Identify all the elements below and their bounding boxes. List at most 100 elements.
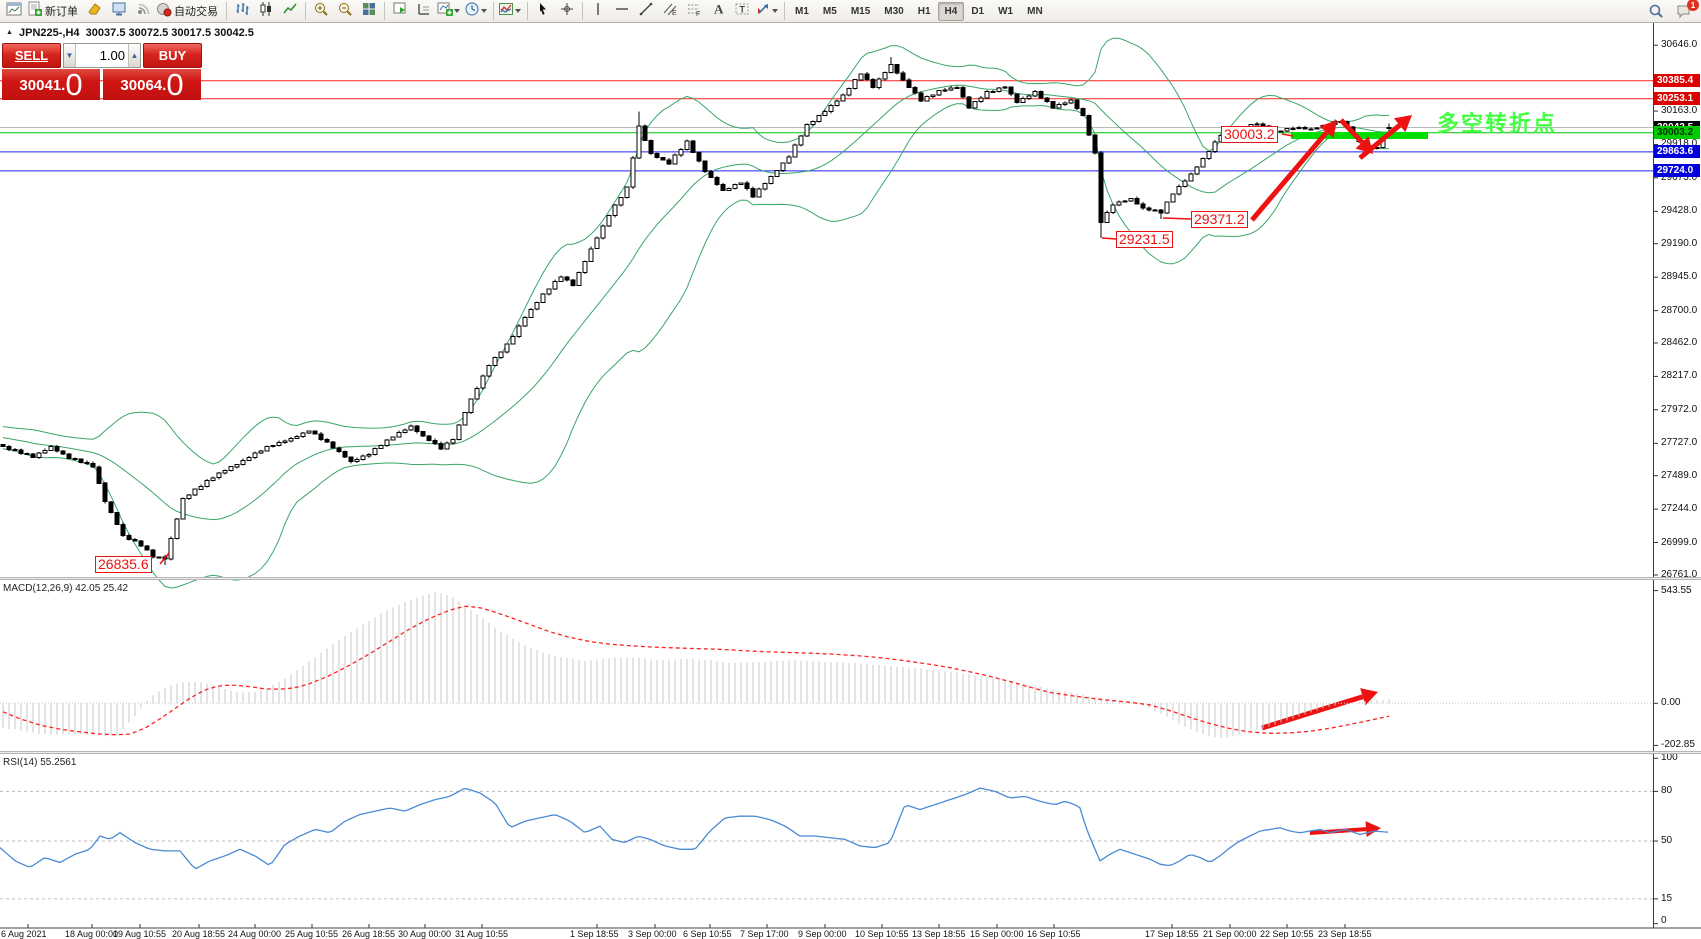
panel-splitter-rsi[interactable] bbox=[0, 751, 1701, 754]
volume-increase-button[interactable]: ▲ bbox=[128, 44, 140, 67]
horizontal-line-icon[interactable] bbox=[610, 0, 634, 22]
auto-arrange-icon[interactable] bbox=[388, 0, 412, 22]
timeframe-d1[interactable]: D1 bbox=[964, 2, 991, 21]
annotation-price-label[interactable]: 30003.2 bbox=[1221, 126, 1278, 143]
svg-text:T: T bbox=[740, 4, 746, 14]
candlestick-chart-icon[interactable] bbox=[254, 0, 278, 22]
market-watch-icon[interactable] bbox=[107, 0, 131, 22]
zoom-out-icon bbox=[337, 1, 353, 22]
toolbar-separator bbox=[226, 2, 227, 20]
annotation-price-label[interactable]: 29371.2 bbox=[1191, 211, 1248, 228]
zoom-in-icon[interactable] bbox=[309, 0, 333, 22]
crosshair-icon bbox=[559, 1, 575, 22]
horizontal-line-icon bbox=[614, 1, 630, 22]
volume-box: ▼ ▲ bbox=[63, 43, 141, 68]
indicators-icon bbox=[498, 1, 514, 22]
svg-text:A: A bbox=[714, 1, 724, 16]
toolbar-separator bbox=[493, 2, 494, 20]
timeframe-h4[interactable]: H4 bbox=[938, 2, 965, 21]
new-chart-icon[interactable] bbox=[436, 0, 463, 22]
symbol-ohlc: 30037.5 30072.5 30017.5 30042.5 bbox=[86, 27, 254, 39]
timeframe-m30[interactable]: M30 bbox=[877, 2, 910, 21]
line-chart-icon bbox=[282, 1, 298, 22]
profile-icon bbox=[87, 1, 103, 22]
timeframe-mn[interactable]: MN bbox=[1020, 2, 1050, 21]
macd-signal-line[interactable] bbox=[3, 606, 1389, 734]
zoom-out-icon[interactable] bbox=[333, 0, 357, 22]
timeframe-m15[interactable]: M15 bbox=[844, 2, 877, 21]
bollinger-bands[interactable] bbox=[3, 38, 1389, 588]
auto-trading-icon bbox=[156, 1, 172, 22]
text-icon[interactable]: A bbox=[706, 0, 730, 22]
crosshair-icon[interactable] bbox=[555, 0, 579, 22]
bar-chart-icon bbox=[234, 1, 250, 22]
tile-windows-icon bbox=[361, 1, 377, 22]
timeframe-w1[interactable]: W1 bbox=[991, 2, 1020, 21]
buy-price-display[interactable]: 30064.0 bbox=[103, 69, 201, 100]
annotation-price-label[interactable]: 29231.5 bbox=[1116, 231, 1173, 248]
tile-windows-icon[interactable] bbox=[357, 0, 381, 22]
arrows-icon bbox=[755, 1, 771, 22]
vertical-line-icon bbox=[590, 1, 606, 22]
new-order-icon bbox=[27, 1, 43, 22]
indicators-icon[interactable] bbox=[497, 0, 524, 22]
sell-price-display[interactable]: 30041.0 bbox=[2, 69, 100, 100]
auto-trading-button-label: 自动交易 bbox=[172, 3, 222, 19]
chart-window-icon[interactable] bbox=[2, 0, 26, 22]
panel-splitter-macd[interactable] bbox=[0, 577, 1701, 580]
dropdown-caret-icon[interactable] bbox=[515, 9, 521, 13]
svg-text:F: F bbox=[696, 11, 700, 17]
market-watch-icon bbox=[111, 1, 127, 22]
text-icon: A bbox=[710, 1, 726, 22]
timeframe-m1[interactable]: M1 bbox=[788, 2, 816, 21]
profile-icon[interactable] bbox=[83, 0, 107, 22]
text-label-icon: T bbox=[734, 1, 750, 22]
volume-input[interactable] bbox=[76, 44, 128, 67]
toolbar-separator bbox=[384, 2, 385, 20]
dropdown-caret-icon[interactable] bbox=[772, 9, 778, 13]
chart-window-icon bbox=[6, 1, 22, 22]
chart-canvas[interactable] bbox=[0, 0, 1701, 939]
timeframe-m5[interactable]: M5 bbox=[816, 2, 844, 21]
macd-label: MACD(12,26,9) 42.05 25.42 bbox=[3, 583, 128, 594]
mt4-window: 新订单 自动交易 E F A T M1M5M15M30H1H4D1W1MN 1 30646.0… bbox=[0, 0, 1701, 939]
arrows-icon[interactable] bbox=[754, 0, 781, 22]
rsi-label: RSI(14) 55.2561 bbox=[3, 757, 76, 768]
fibonacci-icon[interactable]: F bbox=[682, 0, 706, 22]
period-icon[interactable] bbox=[463, 0, 490, 22]
annotation-price-label[interactable]: 26835.6 bbox=[95, 556, 152, 573]
chart-area[interactable]: 30646.030163.029918.029673.029428.029190… bbox=[0, 23, 1701, 939]
chat-icon[interactable]: 1 bbox=[1673, 1, 1695, 21]
toolbar-separator bbox=[582, 2, 583, 20]
dropdown-caret-icon[interactable] bbox=[481, 9, 487, 13]
rsi-line[interactable] bbox=[0, 788, 1388, 869]
macd-histogram[interactable] bbox=[3, 592, 1389, 738]
text-label-icon[interactable]: T bbox=[730, 0, 754, 22]
volume-decrease-button[interactable]: ▼ bbox=[64, 44, 76, 67]
new-order-button[interactable]: 新订单 bbox=[26, 0, 83, 22]
turning-point-note[interactable]: 多空转折点 bbox=[1437, 106, 1557, 138]
auto-arrange-icon bbox=[392, 1, 408, 22]
timeframe-h1[interactable]: H1 bbox=[911, 2, 938, 21]
trendline-icon[interactable] bbox=[634, 0, 658, 22]
sell-button[interactable]: SELL bbox=[2, 43, 61, 68]
period-icon bbox=[464, 1, 480, 22]
cursor-icon[interactable] bbox=[531, 0, 555, 22]
collapse-icon[interactable]: ▲ bbox=[6, 29, 13, 36]
buy-button[interactable]: BUY bbox=[143, 43, 202, 68]
symbol-name: JPN225-,H4 bbox=[19, 27, 80, 39]
docking-icon[interactable] bbox=[412, 0, 436, 22]
search-icon[interactable] bbox=[1645, 1, 1667, 21]
dropdown-caret-icon[interactable] bbox=[454, 9, 460, 13]
equidistant-channel-icon[interactable]: E bbox=[658, 0, 682, 22]
signals-icon[interactable] bbox=[131, 0, 155, 22]
one-click-trading-panel: SELL ▼ ▲ BUY 30041.0 30064.0 bbox=[2, 43, 202, 100]
new-order-button-label: 新订单 bbox=[43, 3, 82, 19]
fibonacci-icon: F bbox=[686, 1, 702, 22]
new-chart-icon bbox=[437, 1, 453, 22]
vertical-line-icon[interactable] bbox=[586, 0, 610, 22]
bar-chart-icon[interactable] bbox=[230, 0, 254, 22]
auto-trading-button[interactable]: 自动交易 bbox=[155, 0, 223, 22]
line-chart-icon[interactable] bbox=[278, 0, 302, 22]
toolbar: 新订单 自动交易 E F A T M1M5M15M30H1H4D1W1MN 1 bbox=[0, 0, 1701, 23]
